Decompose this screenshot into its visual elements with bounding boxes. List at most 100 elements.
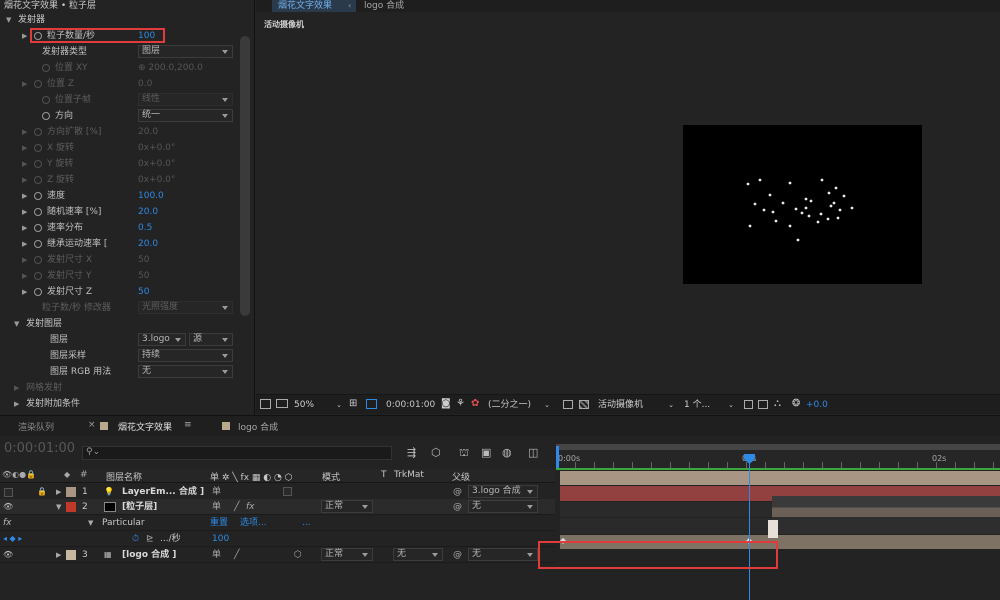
frame-blending-icon[interactable]: ▣	[481, 446, 491, 459]
camera-snapshot-icon[interactable]: ◙	[441, 398, 451, 409]
comp-tab-arrow[interactable]: ‹	[348, 1, 358, 11]
effect-row[interactable]: ▶ Y 旋转 0x+0.0°	[0, 156, 240, 172]
effect-row-dropdown[interactable]: 光照强度	[138, 301, 233, 314]
stopwatch-icon[interactable]	[34, 80, 42, 88]
camera-dropdown[interactable]: 活动摄像机 ⌄	[598, 398, 676, 412]
twirl-open-icon[interactable]: ▼	[88, 515, 93, 531]
parent-dropdown[interactable]: 无	[468, 500, 538, 513]
effect-row-dropdown[interactable]: 统一	[138, 109, 233, 122]
stopwatch-icon[interactable]	[42, 64, 50, 72]
switch-quality[interactable]: ╱	[234, 547, 239, 563]
twirl-closed-icon[interactable]: ▶	[22, 172, 27, 188]
trkmat-dropdown[interactable]: 无	[393, 548, 443, 561]
region-of-interest-icon[interactable]	[366, 399, 377, 409]
timeline-timecode[interactable]: 0:00:01:00	[4, 441, 75, 456]
effect-row[interactable]: ▼ 发射器	[0, 12, 240, 28]
effect-row[interactable]: 位置子帧 线性	[0, 92, 240, 108]
views-dropdown[interactable]: 1 个... ⌄	[684, 398, 736, 412]
layer-row[interactable]: 👁 ▼ 2 [粒子层] 单 ╱ fx 正常 @ 无	[0, 499, 555, 515]
label-color-swatch[interactable]	[66, 487, 76, 497]
effect-options-link[interactable]: 选项...	[240, 515, 267, 531]
effect-row[interactable]: ▶ 发射尺寸 Z 50	[0, 284, 240, 300]
toggle-pixel-icon[interactable]	[744, 400, 753, 409]
twirl-closed-icon[interactable]: ▶	[22, 236, 27, 252]
comp-mini-flowchart-icon[interactable]: ⇶	[407, 446, 416, 459]
effect-row[interactable]: 发射器类型 图层	[0, 44, 240, 60]
effect-row[interactable]: 粒子数/秒 修改器 光照强度	[0, 300, 240, 316]
effect-row[interactable]: ▶ 发射附加条件	[0, 396, 240, 412]
effect-row-dropdown[interactable]: 3.logo	[138, 333, 186, 346]
layer-row[interactable]: 👁 ▶ 3 ▦ [logo 合成 ] 单 ╱ ⬡ 正常 无 @ 无	[0, 547, 555, 563]
twirl-closed-icon[interactable]: ▶	[22, 188, 27, 204]
stopwatch-icon[interactable]	[34, 256, 42, 264]
property-value[interactable]: 100	[212, 531, 229, 547]
stopwatch-icon[interactable]	[34, 224, 42, 232]
effect-reset-link[interactable]: 重置	[210, 515, 228, 531]
effect-row[interactable]: ▶ 方向扩散 [%] 20.0	[0, 124, 240, 140]
color-channel-icon[interactable]: ✿	[471, 398, 479, 409]
comp-tab-active[interactable]: 烟花文字效果	[272, 0, 356, 12]
stopwatch-icon[interactable]	[34, 160, 42, 168]
switch-quality[interactable]: ╱	[234, 499, 239, 515]
stopwatch-icon[interactable]	[34, 192, 42, 200]
graph-icon[interactable]: ⊵	[146, 531, 154, 547]
effect-row[interactable]: ▶ 网格发射	[0, 380, 240, 396]
effect-panel-scrollbar[interactable]	[240, 36, 250, 316]
comp-flowchart-icon[interactable]: ⛬	[774, 398, 781, 409]
effect-row-value[interactable]: 50	[138, 284, 149, 300]
pickwhip-icon[interactable]: @	[453, 484, 462, 500]
tab-fireworks[interactable]: 烟花文字效果	[118, 420, 172, 433]
eye-icon[interactable]: 👁	[3, 499, 13, 515]
pickwhip-icon[interactable]: @	[453, 499, 462, 515]
pickwhip-icon[interactable]: @	[453, 547, 462, 563]
monitor-icon[interactable]	[276, 399, 288, 408]
stopwatch-icon[interactable]	[34, 176, 42, 184]
layer-name[interactable]: [粒子层]	[122, 499, 157, 515]
twirl-closed-icon[interactable]: ▶	[22, 220, 27, 236]
twirl-closed-icon[interactable]: ▶	[14, 380, 19, 396]
stopwatch-icon[interactable]	[34, 128, 42, 136]
current-time-indicator[interactable]	[749, 458, 750, 600]
switch-collapse[interactable]: 单	[212, 547, 221, 563]
label-color-swatch[interactable]	[66, 502, 76, 512]
stopwatch-icon[interactable]	[34, 144, 42, 152]
video-toggle[interactable]	[4, 488, 13, 497]
reset-exposure-icon[interactable]: ❂	[792, 398, 800, 409]
shy-layers-icon[interactable]: ⛫	[459, 446, 469, 461]
twirl-closed-icon[interactable]: ▶	[14, 396, 19, 412]
effect-row-particular[interactable]: fx ▼ Particular 重置 选项......	[0, 515, 555, 531]
twirl-closed-icon[interactable]: ▶	[22, 28, 27, 44]
effect-row[interactable]: ▶ 速度 100.0	[0, 188, 240, 204]
timeline-search-input[interactable]: ⚲⌄	[82, 446, 392, 460]
twirl-open-icon[interactable]: ▼	[6, 12, 11, 28]
twirl-closed-icon[interactable]: ▶	[22, 140, 27, 156]
effect-row-dropdown[interactable]: 线性	[138, 93, 233, 106]
tab-menu-icon[interactable]: ≡	[184, 420, 192, 430]
twirl-closed-icon[interactable]: ▶	[22, 76, 27, 92]
effect-row-dropdown[interactable]: 图层	[138, 45, 233, 58]
effect-row[interactable]: ▶ 发射尺寸 Y 50	[0, 268, 240, 284]
stopwatch-icon[interactable]	[42, 112, 50, 120]
effect-row[interactable]: ▼ 发射图层	[0, 316, 240, 332]
parent-dropdown[interactable]: 3.logo 合成	[468, 485, 538, 498]
twirl-icon[interactable]: ▶	[56, 547, 61, 563]
blend-mode-dropdown[interactable]: 正常	[321, 548, 373, 561]
layer-row[interactable]: 🔒 ▶ 1 💡 LayerEm... 合成 ] 单 @3.logo 合成	[0, 484, 555, 500]
parent-dropdown[interactable]: 无	[468, 548, 538, 561]
tab-close-icon[interactable]: ×	[88, 420, 96, 430]
layer-name[interactable]: LayerEm... 合成 ]	[122, 484, 204, 500]
effect-row[interactable]: ▶ Z 旋转 0x+0.0°	[0, 172, 240, 188]
effect-more-link[interactable]: ...	[302, 515, 311, 531]
exposure-value[interactable]: +0.0	[806, 398, 828, 412]
track-layer-1[interactable]	[560, 471, 1000, 485]
display-region-icon[interactable]	[260, 399, 271, 409]
zoom-dropdown[interactable]: 50% ⌄	[294, 398, 344, 412]
keyframe-nav[interactable]: ◂ ◆ ▸	[3, 531, 22, 547]
stopwatch-icon[interactable]	[42, 96, 50, 104]
twirl-closed-icon[interactable]: ▶	[22, 252, 27, 268]
resolution-dropdown[interactable]: (二分之一) ⌄	[488, 398, 552, 412]
twirl-closed-icon[interactable]: ▶	[22, 204, 27, 220]
stopwatch-icon[interactable]	[34, 240, 42, 248]
effect-row[interactable]: ▶ 速率分布 0.5	[0, 220, 240, 236]
twirl-open-icon[interactable]: ▼	[14, 316, 19, 332]
